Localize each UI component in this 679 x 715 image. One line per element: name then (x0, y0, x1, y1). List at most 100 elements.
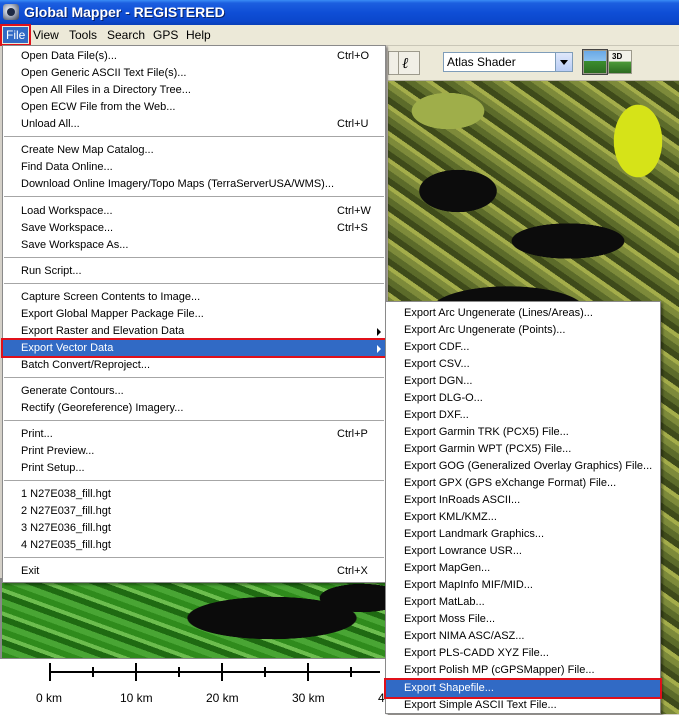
submenu-item-simple-ascii[interactable]: Export Simple ASCII Text File... (386, 697, 660, 714)
menu-item-create-map-catalog[interactable]: Create New Map Catalog... (3, 142, 385, 158)
menu-item-unload-all[interactable]: Unload All... Ctrl+U (3, 116, 385, 132)
scale-label: 10 km (120, 691, 153, 705)
menu-separator (4, 257, 384, 258)
submenu-item-label: Export PLS-CADD XYZ File... (404, 647, 549, 659)
scale-label: 4 (378, 691, 385, 705)
submenu-item-matlab[interactable]: Export MatLab... (386, 594, 660, 611)
submenu-item-polish-mp[interactable]: Export Polish MP (cGPSMapper) File... (386, 662, 660, 679)
menu-item-load-workspace[interactable]: Load Workspace... Ctrl+W (3, 203, 385, 219)
submenu-item-pls-cadd[interactable]: Export PLS-CADD XYZ File... (386, 645, 660, 662)
scale-bar: 0 km 10 km 20 km 30 km 4 (0, 658, 388, 715)
menu-item-exit[interactable]: Exit Ctrl+X (3, 563, 385, 579)
chevron-down-icon[interactable] (555, 53, 572, 71)
submenu-item-dxf[interactable]: Export DXF... (386, 407, 660, 424)
submenu-item-label: Export Shapefile... (404, 682, 494, 694)
submenu-item-kml-kmz[interactable]: Export KML/KMZ... (386, 509, 660, 526)
menu-file[interactable]: File (0, 24, 32, 46)
menu-item-open-data-files[interactable]: Open Data File(s)... Ctrl+O (3, 48, 385, 64)
scale-tick (92, 667, 94, 677)
menu-item-shortcut: Ctrl+X (337, 565, 368, 577)
menu-item-label: 1 N27E038_fill.hgt (21, 488, 111, 500)
menu-item-recent-file[interactable]: 2 N27E037_fill.hgt (3, 503, 385, 519)
menu-view[interactable]: View (30, 27, 62, 43)
menu-item-open-ascii[interactable]: Open Generic ASCII Text File(s)... (3, 65, 385, 81)
menu-item-label: Rectify (Georeference) Imagery... (21, 402, 184, 414)
submenu-item-mapgen[interactable]: Export MapGen... (386, 560, 660, 577)
submenu-item-cdf[interactable]: Export CDF... (386, 339, 660, 356)
menu-item-label: Capture Screen Contents to Image... (21, 291, 201, 303)
scale-tick (178, 667, 180, 677)
menu-item-find-data-online[interactable]: Find Data Online... (3, 159, 385, 175)
submenu-item-label: Export NIMA ASC/ASZ... (404, 630, 525, 642)
menu-item-generate-contours[interactable]: Generate Contours... (3, 383, 385, 399)
menu-item-label: Find Data Online... (21, 161, 113, 173)
menu-item-open-ecw[interactable]: Open ECW File from the Web... (3, 99, 385, 115)
submenu-item-label: Export Arc Ungenerate (Points)... (404, 324, 566, 336)
submenu-item-arc-ungenerate-lines[interactable]: Export Arc Ungenerate (Lines/Areas)... (386, 305, 660, 322)
menu-item-print-setup[interactable]: Print Setup... (3, 460, 385, 476)
submenu-item-moss[interactable]: Export Moss File... (386, 611, 660, 628)
menu-item-export-raster[interactable]: Export Raster and Elevation Data (3, 323, 385, 339)
submenu-item-label: Export Garmin WPT (PCX5) File... (404, 443, 572, 455)
submenu-item-arc-ungenerate-points[interactable]: Export Arc Ungenerate (Points)... (386, 322, 660, 339)
menu-item-save-workspace-as[interactable]: Save Workspace As... (3, 237, 385, 253)
menu-separator (4, 480, 384, 481)
menu-item-export-package[interactable]: Export Global Mapper Package File... (3, 306, 385, 322)
menu-item-download-online-imagery[interactable]: Download Online Imagery/Topo Maps (Terra… (3, 176, 385, 192)
menu-item-batch-convert[interactable]: Batch Convert/Reproject... (3, 357, 385, 373)
scale-label: 0 km (36, 691, 63, 705)
menu-help[interactable]: Help (183, 27, 214, 43)
scale-tick (350, 667, 352, 677)
menu-item-print-preview[interactable]: Print Preview... (3, 443, 385, 459)
menu-tools[interactable]: Tools (66, 27, 100, 43)
scale-line (50, 671, 380, 673)
submenu-item-label: Export Lowrance USR... (404, 545, 522, 557)
menu-item-label: Open ECW File from the Web... (21, 101, 176, 113)
submenu-item-landmark-graphics[interactable]: Export Landmark Graphics... (386, 526, 660, 543)
submenu-item-nima[interactable]: Export NIMA ASC/ASZ... (386, 628, 660, 645)
menu-item-capture-screen[interactable]: Capture Screen Contents to Image... (3, 289, 385, 305)
globe-app-icon (3, 4, 19, 20)
menu-item-print[interactable]: Print... Ctrl+P (3, 426, 385, 442)
shader-select[interactable]: Atlas Shader (443, 52, 573, 72)
menu-item-export-vector-data[interactable]: Export Vector Data (1, 338, 387, 358)
scale-tick (264, 667, 266, 677)
pen-icon: ℓ (402, 54, 409, 72)
menu-separator (4, 420, 384, 421)
submenu-item-inroads-ascii[interactable]: Export InRoads ASCII... (386, 492, 660, 509)
menu-bar: File View Tools Search GPS Help (0, 24, 679, 46)
3d-view-button[interactable]: 3D (608, 50, 632, 74)
submenu-item-dgn[interactable]: Export DGN... (386, 373, 660, 390)
submenu-item-mapinfo[interactable]: Export MapInfo MIF/MID... (386, 577, 660, 594)
menu-search[interactable]: Search (104, 27, 148, 43)
submenu-item-gpx[interactable]: Export GPX (GPS eXchange Format) File... (386, 475, 660, 492)
menu-item-label: Open All Files in a Directory Tree... (21, 84, 191, 96)
submenu-item-csv[interactable]: Export CSV... (386, 356, 660, 373)
picture-icon[interactable] (582, 49, 608, 75)
menu-item-rectify-imagery[interactable]: Rectify (Georeference) Imagery... (3, 400, 385, 416)
submenu-item-garmin-wpt[interactable]: Export Garmin WPT (PCX5) File... (386, 441, 660, 458)
map-view-lower[interactable] (0, 578, 390, 658)
menu-item-recent-file[interactable]: 4 N27E035_fill.hgt (3, 537, 385, 553)
menu-item-recent-file[interactable]: 3 N27E036_fill.hgt (3, 520, 385, 536)
scale-label: 20 km (206, 691, 239, 705)
submenu-item-label: Export Landmark Graphics... (404, 528, 545, 540)
submenu-item-gog[interactable]: Export GOG (Generalized Overlay Graphics… (386, 458, 660, 475)
menu-item-run-script[interactable]: Run Script... (3, 263, 385, 279)
menu-item-label: Load Workspace... (21, 205, 113, 217)
submenu-item-label: Export MapGen... (404, 562, 491, 574)
menu-item-label: Print... (21, 428, 53, 440)
submenu-item-label: Export Moss File... (404, 613, 496, 625)
digitizer-tool-button[interactable]: ℓ (398, 51, 420, 75)
menu-item-recent-file[interactable]: 1 N27E038_fill.hgt (3, 486, 385, 502)
menu-item-save-workspace[interactable]: Save Workspace... Ctrl+S (3, 220, 385, 236)
submenu-item-lowrance-usr[interactable]: Export Lowrance USR... (386, 543, 660, 560)
submenu-item-label: Export DXF... (404, 409, 469, 421)
menu-item-open-directory-tree[interactable]: Open All Files in a Directory Tree... (3, 82, 385, 98)
submenu-item-dlg-o[interactable]: Export DLG-O... (386, 390, 660, 407)
submenu-item-shapefile[interactable]: Export Shapefile... (384, 678, 662, 699)
menu-item-label: Export Vector Data (21, 342, 114, 354)
menu-gps[interactable]: GPS (150, 27, 181, 43)
scale-label: 30 km (292, 691, 325, 705)
submenu-item-garmin-trk[interactable]: Export Garmin TRK (PCX5) File... (386, 424, 660, 441)
